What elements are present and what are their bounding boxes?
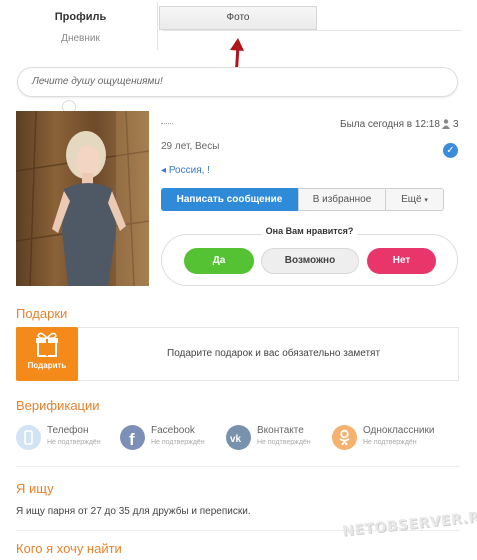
verification-status: Не подтверждён (363, 439, 417, 446)
gift-icon (36, 332, 58, 357)
status-input[interactable]: Лечите душу ощущениями! (17, 67, 458, 97)
verifications-title: Верификации (16, 398, 100, 413)
profile-age: 29 лет, Весы (161, 141, 220, 152)
friends-count[interactable]: 3 (453, 119, 459, 130)
profile-photo[interactable] (16, 111, 149, 286)
profile-location[interactable]: ◂ Россия, ! (161, 165, 210, 176)
add-favorite-button[interactable]: В избранное (298, 188, 386, 211)
more-button[interactable]: Ещё ▾ (386, 188, 444, 211)
last-seen: Была сегодня в 12:18 (340, 119, 440, 130)
give-gift-label: Подарить (27, 361, 67, 370)
gifts-text: Подарите подарок и вас обязательно замет… (167, 348, 381, 359)
chevron-down-icon: ▾ (424, 197, 428, 204)
odnoklassniki-icon (332, 425, 357, 450)
verification-status: Не подтверждён (151, 439, 205, 446)
gifts-title: Подарки (16, 306, 68, 321)
vk-icon: vk (226, 425, 251, 450)
give-gift-button[interactable] (16, 327, 78, 381)
profile-photo-image (16, 111, 149, 286)
more-button-label: Ещё (401, 194, 422, 205)
tab-diary[interactable]: Дневник (4, 33, 157, 44)
svg-text:f: f (129, 430, 135, 449)
verification-name: Facebook (151, 425, 195, 436)
watermark: NETOBSERVER.RU (341, 508, 477, 540)
verification-name: Телефон (47, 425, 89, 436)
tab-divider (162, 30, 462, 31)
verification-name: Вконтакте (257, 425, 304, 436)
seeking-title: Я ищу (16, 481, 54, 496)
verified-check-icon: ✓ (443, 143, 458, 158)
like-question-text: Она Вам нравится? (261, 226, 358, 236)
facebook-icon: f (120, 425, 145, 450)
location-pin-icon: ◂ (161, 165, 169, 176)
tab-photo[interactable]: Фото (159, 6, 317, 30)
tab-profile-label: Профиль (54, 11, 107, 23)
verification-status: Не подтверждён (257, 439, 311, 446)
like-no-button[interactable]: Нет (367, 248, 436, 274)
phone-icon (16, 425, 41, 450)
status-text: Лечите душу ощущениями! (32, 76, 163, 87)
svg-text:vk: vk (230, 434, 242, 445)
verification-name: Одноклассники (363, 425, 435, 436)
who-title: Кого я хочу найти (16, 541, 122, 556)
profile-actions: Написать сообщение В избранное Ещё ▾ (161, 188, 444, 211)
like-maybe-button[interactable]: Возможно (261, 248, 359, 274)
like-yes-button[interactable]: Да (184, 248, 254, 274)
profile-location-text: Россия, ! (168, 165, 210, 176)
person-icon (442, 119, 450, 129)
like-question: Она Вам нравится? (161, 226, 458, 236)
divider (16, 466, 459, 467)
verification-status: Не подтверждён (47, 439, 101, 446)
seeking-text: Я ищу парня от 27 до 35 для дружбы и пер… (16, 506, 251, 517)
write-message-button[interactable]: Написать сообщение (161, 188, 298, 211)
profile-name[interactable] (161, 116, 173, 124)
tab-profile[interactable]: Профиль Дневник (4, 2, 158, 50)
